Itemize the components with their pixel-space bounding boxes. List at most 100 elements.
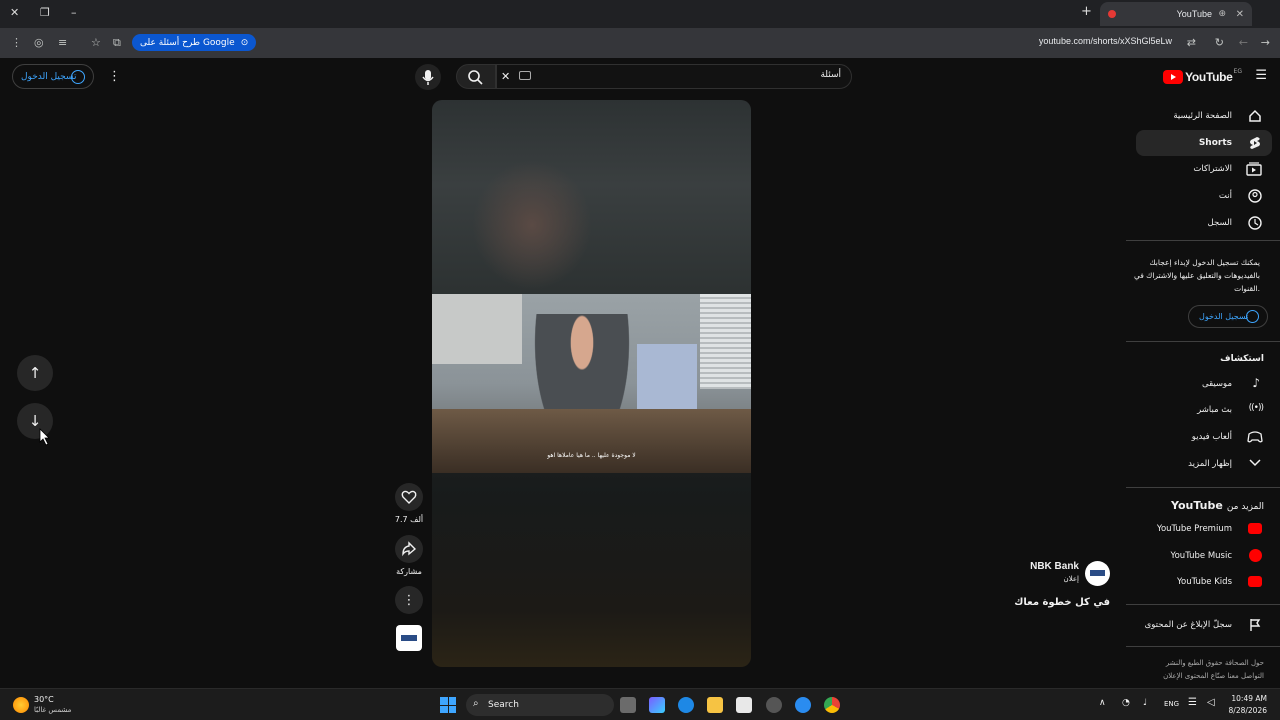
clear-search-icon[interactable]: ✕ xyxy=(501,70,510,83)
tune-icon[interactable]: ≡ xyxy=(58,36,67,49)
weather-temp[interactable]: 30°C xyxy=(34,695,54,704)
pinboard-image xyxy=(432,294,522,364)
forward-icon: ← xyxy=(1238,36,1248,49)
sidebar-item-music[interactable]: موسيقى ♪ xyxy=(1136,371,1272,397)
sidebar-item-history[interactable]: السجل xyxy=(1136,210,1272,236)
short-caption: في كل خطوة معاك xyxy=(1014,597,1110,608)
sidebar-item-home[interactable]: الصفحة الرئيسية xyxy=(1136,103,1272,129)
new-tab-icon[interactable]: + xyxy=(1081,4,1092,19)
more-actions-button[interactable]: ⋮ xyxy=(395,586,423,614)
guide-menu-icon[interactable]: ☰ xyxy=(1255,68,1267,83)
browser-app-icon[interactable] xyxy=(795,697,811,713)
volume-icon[interactable]: ◁ xyxy=(1207,697,1215,708)
sidebar-item-youtube-kids[interactable]: YouTube Kids xyxy=(1136,569,1272,595)
profile-icon[interactable]: ◎ xyxy=(34,36,44,49)
back-icon[interactable]: → xyxy=(1261,36,1270,49)
sidebar-item-label: الصفحة الرئيسية xyxy=(1173,111,1232,121)
sign-in-label: تسجيل الدخول xyxy=(21,71,77,82)
channel-thumbnail[interactable] xyxy=(396,625,422,651)
youtube-premium-icon xyxy=(1248,523,1262,534)
task-view-icon[interactable] xyxy=(620,697,636,713)
bookmark-star-icon[interactable]: ☆ xyxy=(91,36,101,49)
tab-close-icon[interactable]: ✕ xyxy=(1236,9,1244,20)
network-icon[interactable]: ◔ xyxy=(1122,698,1130,708)
site-settings-icon[interactable]: ⇄ xyxy=(1187,36,1196,49)
search-button[interactable] xyxy=(456,64,496,89)
subscriptions-icon xyxy=(1246,162,1262,176)
voice-search-button[interactable] xyxy=(415,64,441,90)
nbk-logo-icon xyxy=(401,635,417,641)
microphone-tray-icon[interactable]: ♩ xyxy=(1143,698,1147,708)
restore-window-icon[interactable]: ❐ xyxy=(40,6,50,19)
sidebar-item-youtube-music[interactable]: YouTube Music xyxy=(1136,543,1272,569)
sidebar-item-subscriptions[interactable]: الاشتراكات xyxy=(1136,156,1272,182)
sidebar-item-gaming[interactable]: ألعاب فيديو xyxy=(1136,424,1272,450)
minimize-window-icon[interactable]: – xyxy=(71,6,77,19)
close-window-icon[interactable]: ✕ xyxy=(10,6,19,19)
sidebar-item-label: موسيقى xyxy=(1201,379,1232,389)
tray-chevron-icon[interactable]: ∧ xyxy=(1099,698,1106,708)
google-lens-pill[interactable]: طرح أسئلة على Google ⊙ xyxy=(132,34,257,51)
sidebar-item-youtube-premium[interactable]: YouTube Premium xyxy=(1136,516,1272,542)
home-icon xyxy=(1249,109,1261,122)
search-icon: ⌕ xyxy=(473,698,479,709)
sidebar-item-live[interactable]: بث مباشر ((•)) xyxy=(1136,397,1272,423)
sidebar-item-label: أنت xyxy=(1218,191,1232,201)
blurred-background xyxy=(472,160,592,290)
youtube-wordmark: YouTube xyxy=(1185,70,1233,84)
sidebar-item-you[interactable]: أنت xyxy=(1136,183,1272,209)
store-icon[interactable] xyxy=(736,697,752,713)
windows-start-icon[interactable] xyxy=(440,697,456,713)
music-icon: ♪ xyxy=(1252,376,1260,390)
edge-icon[interactable] xyxy=(678,697,694,713)
chevron-down-icon xyxy=(1249,459,1261,467)
youtube-logo[interactable]: YouTube EG xyxy=(1163,67,1242,85)
sidebar-item-label: السجل xyxy=(1207,218,1232,228)
channel-name[interactable]: NBK Bank xyxy=(1030,561,1079,572)
nbk-logo-icon xyxy=(1090,570,1105,576)
search-icon xyxy=(468,70,483,85)
previous-short-button[interactable]: ↑ xyxy=(17,355,53,391)
search-input[interactable]: ✕ أسئلة xyxy=(496,64,852,89)
region-code: EG xyxy=(1233,67,1242,75)
browser-toolbar: ⋮ ◎ ≡ ☆ ⧉ طرح أسئلة على Google ⊙ youtube… xyxy=(0,28,1280,58)
account-icon xyxy=(1246,310,1259,323)
file-explorer-icon[interactable] xyxy=(707,697,723,713)
taskbar-search-box[interactable]: ⌕ Search xyxy=(466,694,614,716)
sidebar-item-label: إظهار المزيد xyxy=(1188,459,1232,469)
footer-links-2[interactable]: التواصل معنا صنّاع المحتوى الإعلان xyxy=(1163,672,1264,680)
reload-icon[interactable]: ↻ xyxy=(1215,36,1224,49)
sidebar-divider xyxy=(1126,341,1280,342)
browser-menu-icon[interactable]: ⋮ xyxy=(11,36,22,49)
clock-time[interactable]: 10:49 AM xyxy=(1231,694,1267,703)
settings-menu-icon[interactable]: ⋮ xyxy=(108,69,121,84)
sidebar-item-label: سجلّ الإبلاغ عن المحتوى xyxy=(1144,620,1232,630)
sidebar-item-label: الاشتراكات xyxy=(1193,164,1232,174)
desk-image xyxy=(432,409,751,473)
channel-avatar[interactable] xyxy=(1085,561,1110,586)
more-vertical-icon: ⋮ xyxy=(402,592,416,608)
share-label: مشاركة xyxy=(396,567,422,576)
sidebar-divider xyxy=(1126,240,1280,241)
share-button[interactable] xyxy=(395,535,423,563)
short-video-player[interactable]: لا موجودة عليها .. ما هيا عاملاها اهو xyxy=(432,100,751,667)
heart-icon xyxy=(401,490,417,504)
sidebar-sign-in-button[interactable]: تسجيل الدخول xyxy=(1188,305,1268,328)
chrome-icon[interactable] xyxy=(824,697,840,713)
like-button[interactable] xyxy=(395,483,423,511)
app-icon[interactable] xyxy=(766,697,782,713)
footer-links-1[interactable]: حول الصحافة حقوق الطبع والنشر xyxy=(1166,659,1264,667)
keyboard-icon[interactable] xyxy=(519,71,531,80)
sidebar-item-show-more[interactable]: إظهار المزيد xyxy=(1136,451,1272,477)
tab-youtube[interactable]: YouTube ⊕ ✕ xyxy=(1100,2,1252,26)
wifi-icon[interactable]: ☰ xyxy=(1188,697,1197,708)
more-from-youtube-heading: YouTube المزيد من xyxy=(1171,499,1264,512)
sidebar-item-shorts[interactable]: Shorts xyxy=(1136,130,1272,156)
install-app-icon[interactable]: ⧉ xyxy=(113,36,121,50)
language-indicator[interactable]: ENG xyxy=(1164,700,1179,708)
address-bar-url[interactable]: youtube.com/shorts/xXShGl5eLw xyxy=(1039,36,1172,46)
window-blinds-image xyxy=(700,294,751,389)
copilot-icon[interactable] xyxy=(649,697,665,713)
sidebar-item-report-history[interactable]: سجلّ الإبلاغ عن المحتوى xyxy=(1136,612,1272,638)
sign-in-button[interactable]: تسجيل الدخول xyxy=(12,64,94,89)
